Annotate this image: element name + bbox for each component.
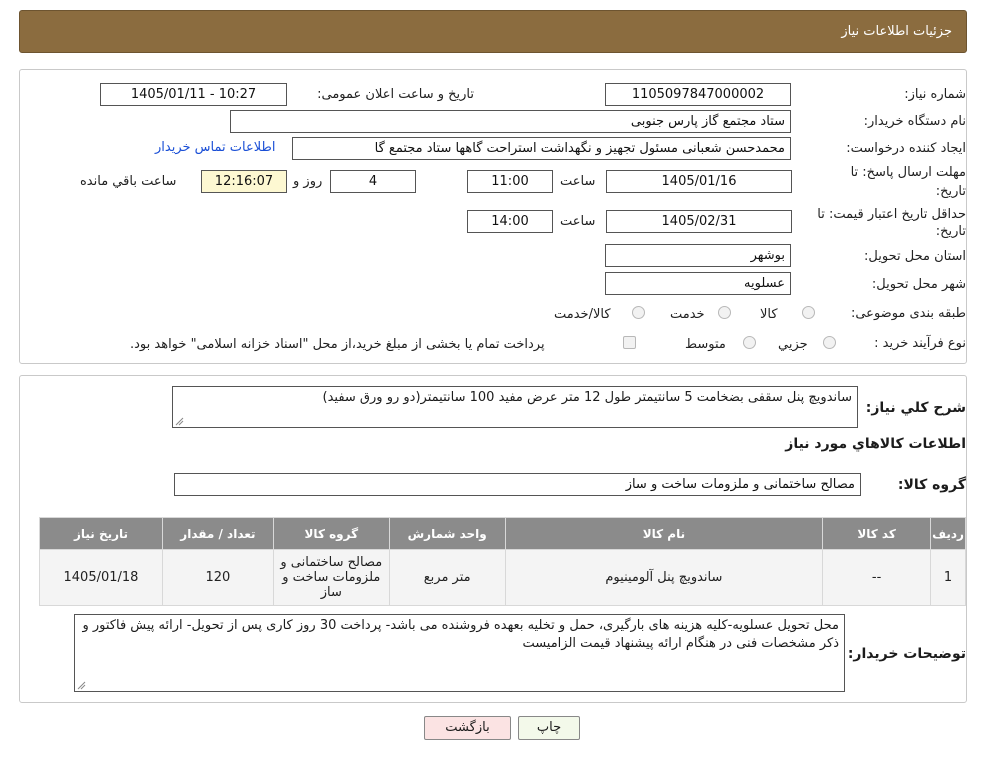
requester-field: محمدحسن شعبانی مسئول تجهیز و نگهداشت است…	[292, 137, 791, 160]
province-field: بوشهر	[605, 244, 791, 267]
cell-unit: متر مربع	[388, 549, 506, 606]
resize-grip-icon	[175, 417, 184, 426]
need-summary-label: شرح کلي نياز:	[865, 400, 966, 416]
col-code-header: کد کالا	[822, 517, 932, 550]
category-service-label: خدمت	[670, 307, 705, 322]
purchase-partial-label: جزیي	[778, 337, 808, 352]
city-label: شهر محل تحویل:	[871, 277, 966, 292]
resize-grip-icon	[77, 681, 86, 690]
category-goods-radio[interactable]	[802, 306, 815, 319]
col-qty-header: تعداد / مقدار	[161, 517, 274, 550]
reply-deadline-date: 1405/01/16	[606, 170, 792, 193]
cell-code: --	[822, 549, 932, 606]
requester-label: ایجاد کننده درخواست:	[846, 141, 966, 156]
purchase-type-label: نوع فرآیند خرید :	[874, 336, 966, 351]
announce-datetime-label: تاریخ و ساعت اعلان عمومی:	[317, 87, 474, 102]
page-header: جزئیات اطلاعات نیاز	[19, 10, 967, 53]
col-date-header: تاریخ نیاز	[39, 517, 163, 550]
goods-info-title: اطلاعات کالاهاي مورد نياز	[785, 436, 966, 452]
table-row: 1 -- ساندویچ پنل آلومینیوم متر مربع مصال…	[39, 549, 966, 606]
buyer-org-label: نام دستگاه خریدار:	[863, 114, 966, 129]
need-number-field: 1105097847000002	[605, 83, 791, 106]
city-field: عسلویه	[605, 272, 791, 295]
reply-deadline-time: 11:00	[467, 170, 553, 193]
cell-name: ساندویچ پنل آلومینیوم	[504, 549, 824, 606]
treasury-payment-checkbox[interactable]	[623, 336, 636, 349]
time-remaining: 12:16:07	[201, 170, 287, 193]
category-goods-label: کالا	[760, 307, 778, 322]
purchase-medium-radio[interactable]	[743, 336, 756, 349]
treasury-payment-note: پرداخت تمام یا بخشی از مبلغ خرید،از محل …	[130, 337, 545, 352]
price-validity-label-2: تاریخ:	[935, 224, 966, 239]
col-group-header: گروه کالا	[272, 517, 390, 550]
goods-table: رديف کد کالا نام کالا واحد شمارش گروه کا…	[39, 517, 966, 606]
remaining-label: ساعت باقي مانده	[80, 174, 177, 189]
buyer-notes-field: محل تحویل عسلویه-کلیه هزینه های بارگیری،…	[74, 614, 845, 692]
goods-group-label: گروه کالا:	[897, 477, 966, 493]
page-title: جزئیات اطلاعات نیاز	[841, 24, 952, 39]
purchase-medium-label: متوسط	[685, 337, 726, 352]
price-validity-label: حداقل تاریخ اعتبار قیمت: تا	[817, 207, 966, 222]
buyer-contact-link[interactable]: اطلاعات تماس خریدار	[155, 140, 275, 155]
category-goods-service-label: کالا/خدمت	[554, 307, 611, 322]
cell-row: 1	[930, 549, 966, 606]
col-unit-header: واحد شمارش	[388, 517, 506, 550]
price-validity-date: 1405/02/31	[606, 210, 792, 233]
buyer-notes-label: توضیحات خریدار:	[847, 646, 966, 662]
goods-group-field: مصالح ساختمانی و ملزومات ساخت و ساز	[174, 473, 861, 496]
buyer-org-field: ستاد مجتمع گاز پارس جنوبی	[230, 110, 791, 133]
table-header-row: رديف کد کالا نام کالا واحد شمارش گروه کا…	[39, 517, 966, 550]
announce-datetime-field: 1405/01/11 - 10:27	[100, 83, 287, 106]
province-label: استان محل تحویل:	[864, 249, 966, 264]
cell-group: مصالح ساختمانی و ملزومات ساخت و ساز	[272, 549, 390, 606]
reply-time-label: ساعت	[560, 174, 596, 189]
validity-time-label: ساعت	[560, 214, 596, 229]
col-name-header: نام کالا	[504, 517, 824, 550]
need-number-label: شماره نیاز:	[904, 87, 966, 102]
category-label: طبقه بندی موضوعی:	[850, 306, 966, 321]
print-button[interactable]: چاپ	[518, 716, 580, 740]
days-label: روز و	[293, 174, 323, 189]
category-goods-service-radio[interactable]	[632, 306, 645, 319]
need-summary-field: ساندویچ پنل سقفی بضخامت 5 سانتیمتر طول 1…	[172, 386, 858, 428]
back-button[interactable]: بازگشت	[424, 716, 511, 740]
col-row-header: رديف	[930, 517, 966, 550]
purchase-partial-radio[interactable]	[823, 336, 836, 349]
category-service-radio[interactable]	[718, 306, 731, 319]
cell-qty: 120	[161, 549, 274, 606]
days-remaining: 4	[330, 170, 416, 193]
cell-date: 1405/01/18	[39, 549, 163, 606]
reply-deadline-label-2: تاریخ:	[935, 184, 966, 199]
reply-deadline-label: مهلت ارسال پاسخ: تا	[850, 165, 966, 180]
price-validity-time: 14:00	[467, 210, 553, 233]
